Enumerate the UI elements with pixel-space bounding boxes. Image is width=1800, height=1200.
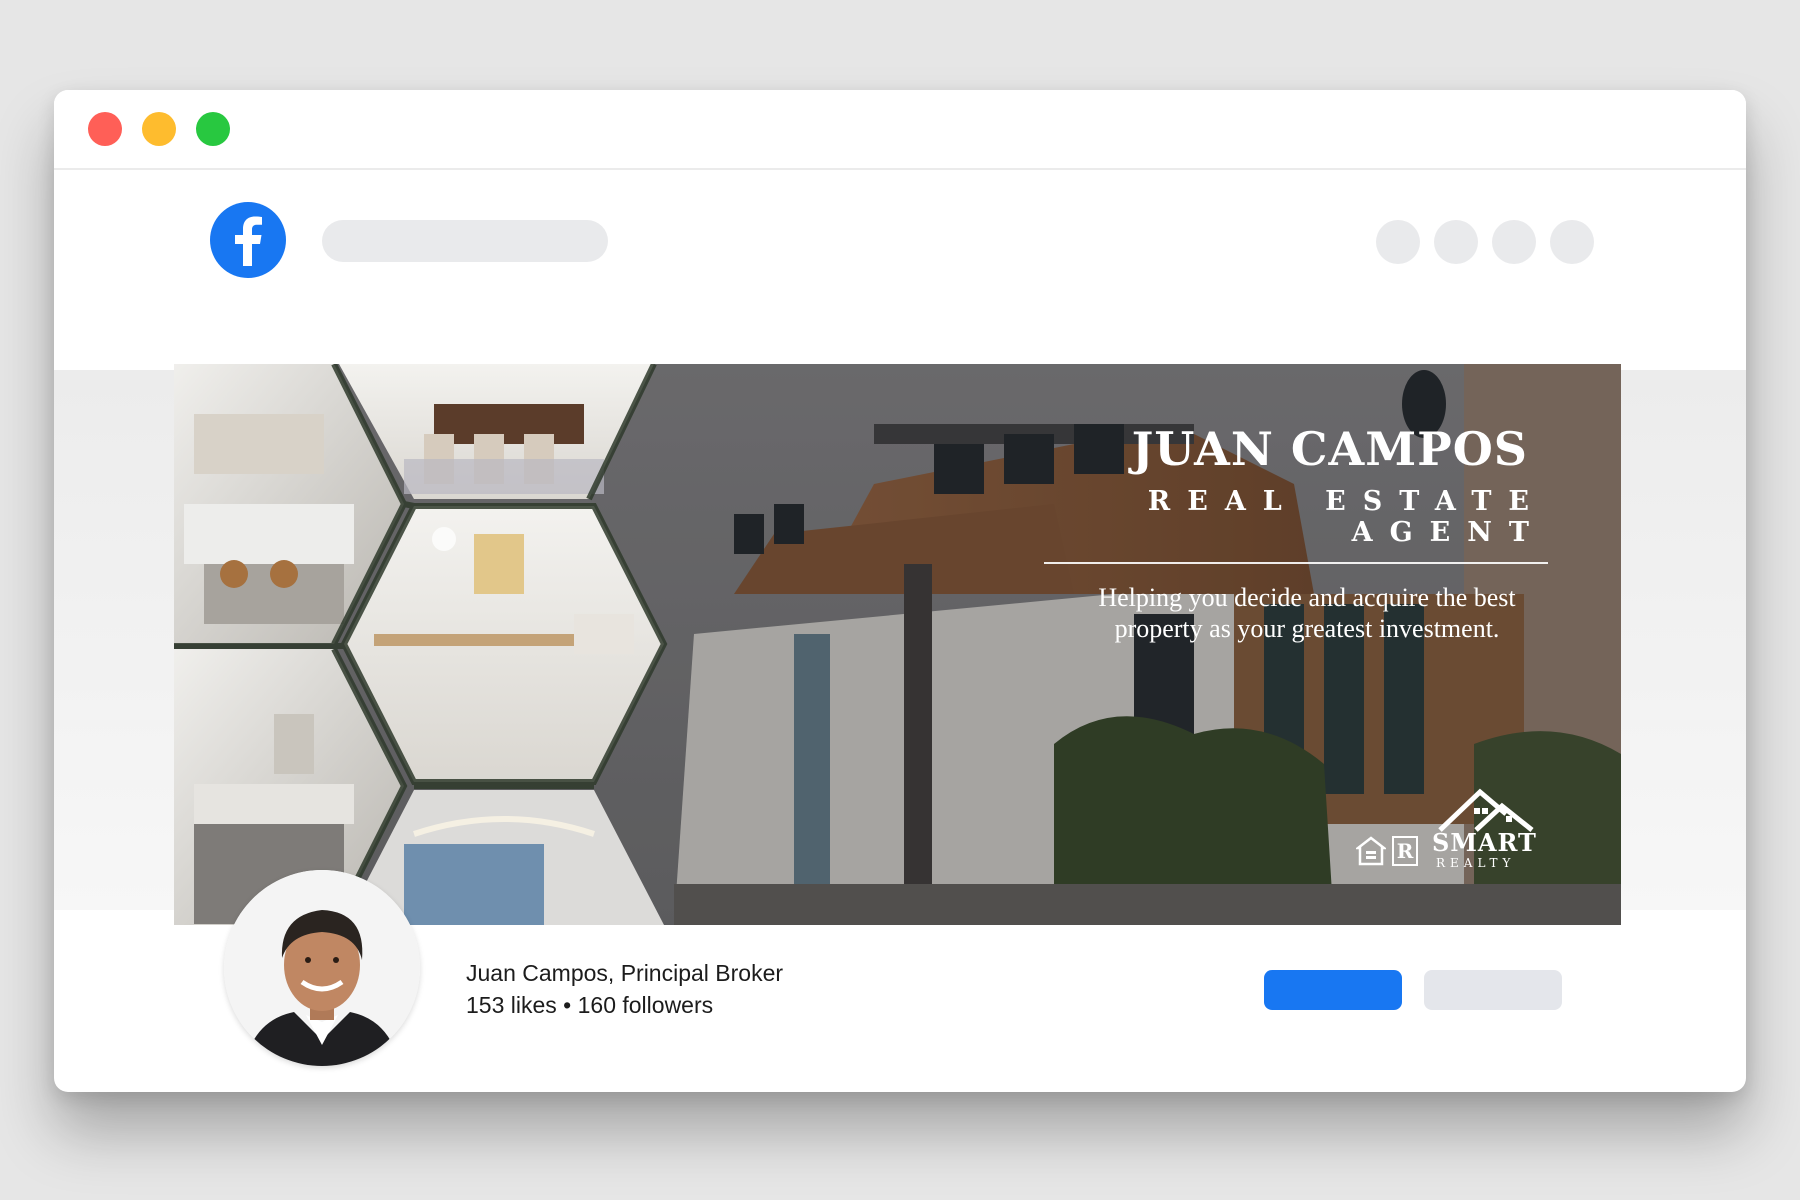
cover-photo[interactable]: JUAN CAMPOS REAL ESTATE AGENT Helping yo… [174, 364, 1621, 925]
house-logo-icon [1438, 788, 1534, 832]
nav-icon-placeholder[interactable] [1376, 220, 1420, 264]
agent-name: JUAN CAMPOS [1131, 422, 1528, 476]
nav-icon-placeholder[interactable] [1434, 220, 1478, 264]
window-titlebar [54, 90, 1746, 170]
close-window-button[interactable] [88, 112, 122, 146]
primary-action-button[interactable] [1264, 970, 1402, 1010]
agent-title: REAL ESTATE AGENT [1147, 486, 1546, 548]
nav-icon-placeholder[interactable] [1492, 220, 1536, 264]
logo-sub-text: REALTY [1436, 856, 1516, 870]
equal-housing-icon [1356, 836, 1386, 866]
tagline-line-1: Helping you decide and acquire the best [1098, 583, 1516, 612]
cover-text-block: JUAN CAMPOS REAL ESTATE AGENT Helping yo… [1044, 422, 1548, 644]
profile-avatar[interactable] [224, 870, 420, 1066]
minimize-window-button[interactable] [142, 112, 176, 146]
logo-brand-text: SMART [1432, 828, 1537, 857]
profile-stats: 153 likes • 160 followers [466, 992, 714, 1018]
tagline: Helping you decide and acquire the best … [1044, 582, 1530, 644]
maximize-window-button[interactable] [196, 112, 230, 146]
facebook-navbar [54, 170, 1746, 370]
smart-realty-logo: R SMART REALTY [1356, 784, 1556, 884]
tagline-line-2: property as your greatest investment. [1114, 614, 1500, 643]
avatar-photo [224, 870, 420, 1066]
profile-name: Juan Campos, Principal Broker [466, 960, 784, 986]
facebook-icon[interactable] [210, 202, 286, 278]
search-bar-placeholder[interactable] [322, 220, 608, 262]
secondary-action-button[interactable] [1424, 970, 1562, 1010]
realtor-icon: R [1392, 836, 1418, 866]
divider [1044, 562, 1548, 564]
nav-icon-placeholder[interactable] [1550, 220, 1594, 264]
browser-window: JUAN CAMPOS REAL ESTATE AGENT Helping yo… [54, 90, 1746, 1092]
